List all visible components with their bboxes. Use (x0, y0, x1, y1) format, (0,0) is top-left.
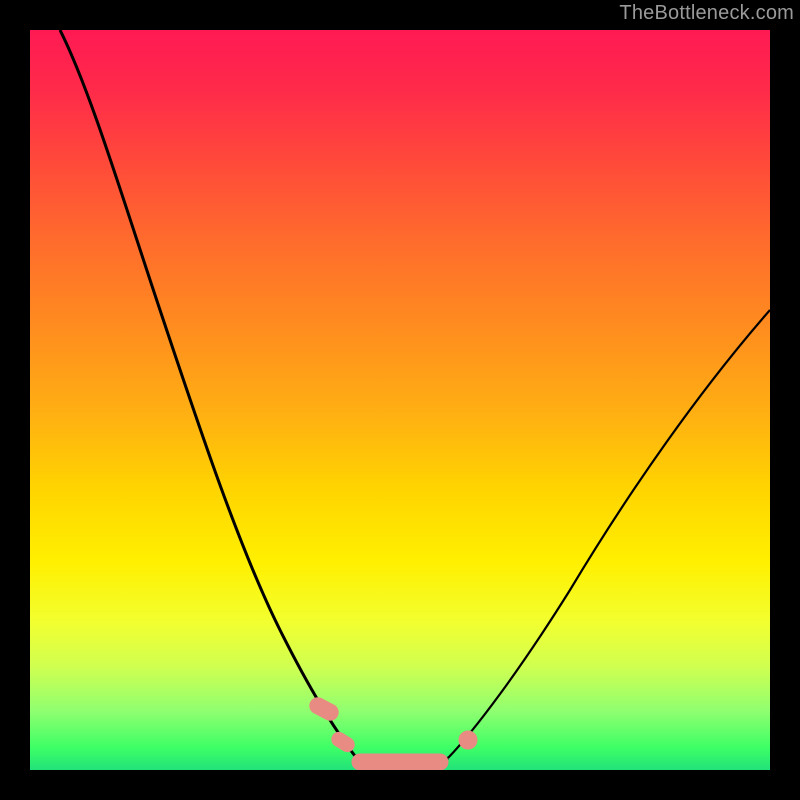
right-curve-line (448, 310, 770, 758)
watermark-text: TheBottleneck.com (619, 2, 794, 25)
marker-seg-1 (307, 695, 341, 723)
outer-frame: TheBottleneck.com (0, 0, 800, 800)
left-curve-line (60, 30, 355, 756)
salmon-markers (307, 695, 477, 770)
marker-seg-4 (459, 731, 477, 749)
chart-svg (30, 30, 770, 770)
marker-seg-3 (352, 754, 448, 770)
plot-area (30, 30, 770, 770)
